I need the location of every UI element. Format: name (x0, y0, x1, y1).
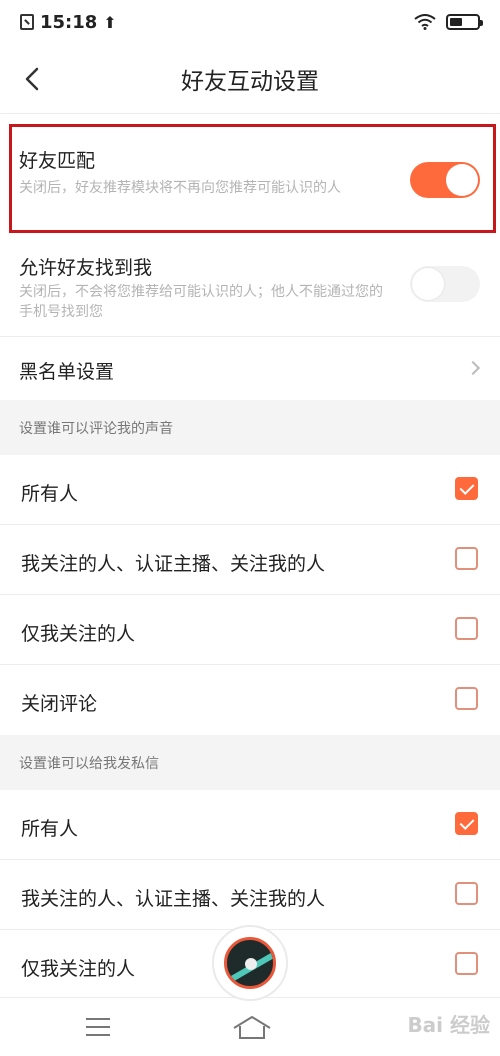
comment-option-checkbox[interactable] (455, 617, 478, 640)
allow-find-row: 允许好友找到我 关闭后，不会将您推荐给可能认识的人；他人不能通过您的手机号找到您 (0, 236, 500, 336)
menu-icon[interactable] (86, 1018, 110, 1036)
message-option-checkbox[interactable] (455, 882, 478, 905)
battery-icon (446, 14, 483, 30)
comment-section-header: 设置谁可以评论我的声音 (0, 400, 500, 455)
message-section-header: 设置谁可以给我发私信 (0, 735, 500, 790)
toggle-knob (412, 268, 444, 300)
comment-option-label: 所有人 (21, 483, 79, 505)
comment-section-title: 设置谁可以评论我的声音 (19, 421, 173, 437)
comment-option-checkbox[interactable] (455, 477, 478, 500)
upload-icon: ⬆ (103, 12, 117, 32)
status-bar: 15:18 ⬆ (0, 0, 500, 44)
allow-find-description: 关闭后，不会将您推荐给可能认识的人；他人不能通过您的手机号找到您 (19, 284, 383, 320)
comment-option-row[interactable]: 关闭评论 (0, 665, 500, 735)
comment-option-label: 仅我关注的人 (21, 623, 136, 645)
message-option-row[interactable]: 所有人 (0, 790, 500, 859)
watermark-text: Bai 经验 (407, 1013, 490, 1037)
nav-bar: 好友互动设置 (0, 44, 500, 114)
bottom-nav-bar: Bai 经验 (0, 997, 500, 1056)
comment-option-checkbox[interactable] (455, 547, 478, 570)
blacklist-label: 黑名单设置 (19, 361, 115, 383)
message-option-label: 所有人 (21, 818, 79, 840)
allow-find-label: 允许好友找到我 (19, 257, 153, 279)
allow-find-toggle[interactable] (410, 266, 480, 302)
blacklist-row[interactable]: 黑名单设置 (0, 337, 500, 400)
comment-option-checkbox[interactable] (455, 687, 478, 710)
comment-option-row[interactable]: 仅我关注的人 (0, 595, 500, 664)
comment-option-label: 关闭评论 (21, 693, 98, 715)
comment-option-label: 我关注的人、认证主播、关注我的人 (21, 553, 326, 575)
chevron-right-icon (465, 360, 481, 376)
wifi-icon (414, 14, 436, 30)
back-chevron-icon[interactable] (18, 64, 48, 94)
status-time: 15:18 (40, 11, 98, 33)
page-title: 好友互动设置 (181, 68, 319, 95)
message-section-title: 设置谁可以给我发私信 (19, 756, 159, 772)
message-option-label: 我关注的人、认证主播、关注我的人 (21, 888, 326, 910)
highlight-box (9, 124, 496, 233)
player-disc-icon (224, 937, 276, 989)
player-button[interactable] (212, 925, 288, 1001)
message-option-row[interactable]: 我关注的人、认证主播、关注我的人 (0, 860, 500, 929)
home-icon[interactable] (232, 1014, 272, 1040)
message-option-checkbox[interactable] (455, 952, 478, 975)
sim-icon (20, 14, 34, 30)
message-option-checkbox[interactable] (455, 812, 478, 835)
comment-option-row[interactable]: 我关注的人、认证主播、关注我的人 (0, 525, 500, 594)
comment-option-row[interactable]: 所有人 (0, 455, 500, 524)
status-right (414, 14, 483, 30)
message-option-label: 仅我关注的人 (21, 958, 136, 980)
